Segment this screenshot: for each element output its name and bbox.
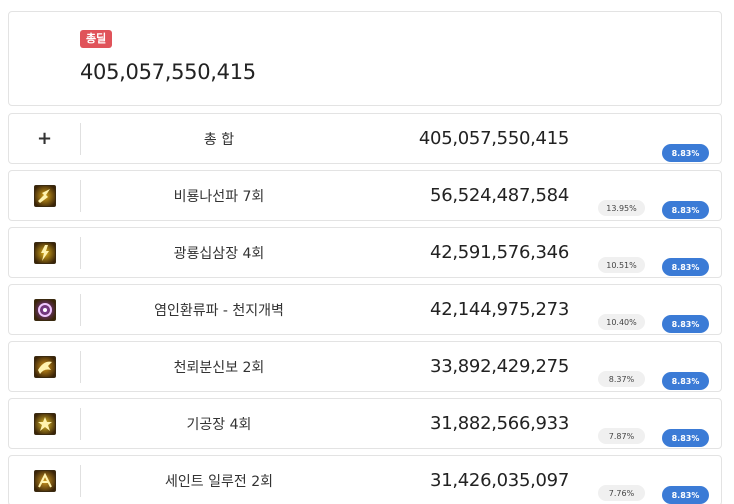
divider [80,237,81,269]
skill-row[interactable]: 세인트 일루전 2회 31,426,035,097 7.76% 8.83% [8,455,722,504]
divider [80,408,81,440]
skill-damage-value: 33,892,429,275 [430,356,569,377]
skill-name: 세인트 일루전 2회 [165,473,273,490]
skill-damage-value: 42,144,975,273 [430,299,569,320]
share-badge: 8.83% [662,372,709,390]
skill-icon-cell [9,399,80,448]
skill-damage-value: 56,524,487,584 [430,185,569,206]
skill-name: 기공장 4회 [186,416,252,433]
skill-icon-cell [9,228,80,277]
damage-percent-badge: 8.37% [598,371,645,387]
share-badge: 8.83% [662,315,709,333]
skill-icon-cell [9,171,80,220]
plus-icon[interactable]: + [37,129,52,148]
divider [80,351,81,383]
row-name: 총 합 [203,131,235,148]
damage-percent-badge: 7.87% [598,428,645,444]
share-badge: 8.83% [662,429,709,447]
share-badge: 8.83% [662,486,709,504]
total-row[interactable]: + 총 합 405,057,550,415 8.83% [8,113,722,164]
total-damage-value: 405,057,550,415 [80,60,256,84]
skill-damage-value: 31,426,035,097 [430,470,569,491]
divider [80,123,81,155]
purple-vortex-icon [33,298,56,321]
share-badge: 8.83% [662,258,709,276]
damage-percent-badge: 13.95% [598,200,645,216]
expand-cell[interactable]: + [9,114,80,163]
damage-percent-badge: 10.40% [598,314,645,330]
divider [80,465,81,497]
share-badge: 8.83% [662,201,709,219]
skill-row[interactable]: 광룡십삼장 4회 42,591,576,346 10.51% 8.83% [8,227,722,278]
skill-icon-cell [9,456,80,504]
skill-name: 비룡나선파 7회 [173,188,265,205]
total-damage-badge: 총딜 [80,30,113,48]
total-damage-summary: 총딜 405,057,550,415 [8,11,722,106]
saint-rush-icon [33,469,56,492]
skill-row[interactable]: 기공장 4회 31,882,566,933 7.87% 8.83% [8,398,722,449]
skill-row[interactable]: 염인환류파 - 천지개벽 42,144,975,273 10.40% 8.83% [8,284,722,335]
row-damage-value: 405,057,550,415 [418,128,569,149]
skill-name: 염인환류파 - 천지개벽 [154,302,284,319]
dragon-strike-icon [33,184,56,207]
skill-name: 천뢰분신보 2회 [173,359,265,376]
swift-kick-icon [33,355,56,378]
skill-icon-cell [9,285,80,334]
skill-damage-value: 31,882,566,933 [430,413,569,434]
skill-icon-cell [9,342,80,391]
lightning-fist-icon [33,241,56,264]
skill-row[interactable]: 천뢰분신보 2회 33,892,429,275 8.37% 8.83% [8,341,722,392]
skill-name: 광룡십삼장 4회 [173,245,265,262]
divider [80,294,81,326]
skill-row[interactable]: 비룡나선파 7회 56,524,487,584 13.95% 8.83% [8,170,722,221]
damage-percent-badge: 10.51% [598,257,645,273]
ki-palm-icon [33,412,56,435]
damage-percent-badge: 7.76% [598,485,645,501]
divider [80,180,81,212]
share-badge: 8.83% [662,144,709,162]
skill-damage-value: 42,591,576,346 [430,242,569,263]
